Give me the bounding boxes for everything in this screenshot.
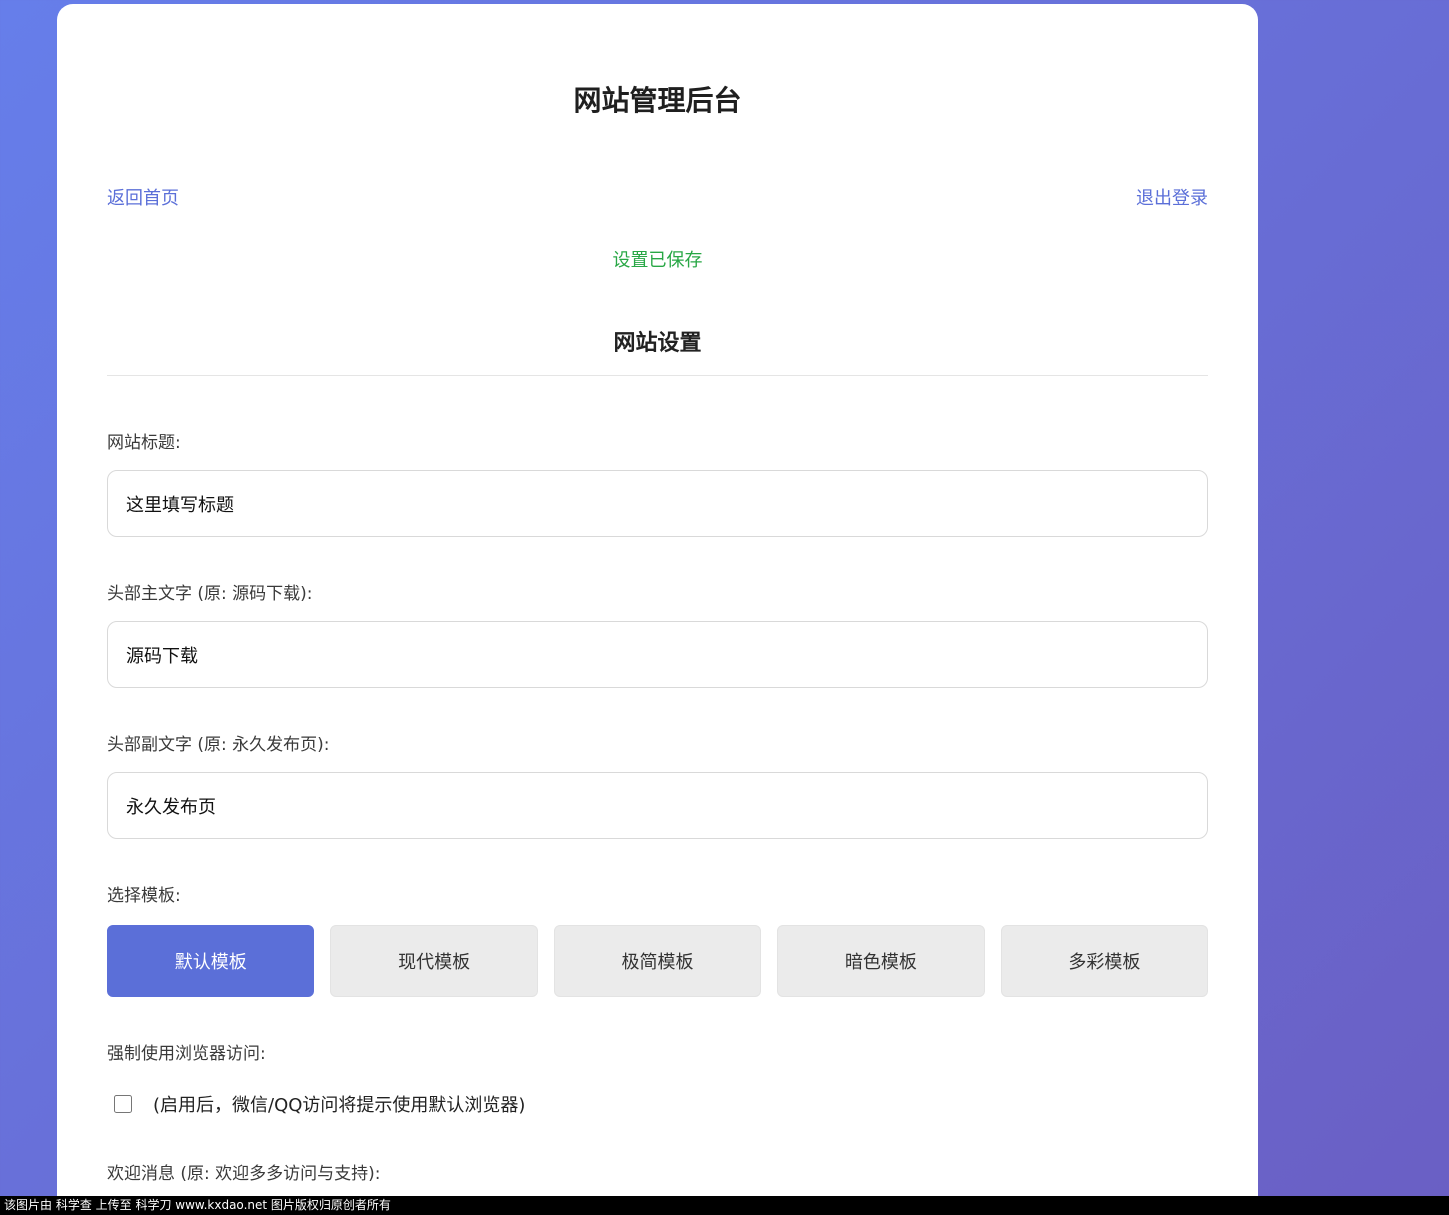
section-title: 网站设置 [107, 330, 1208, 376]
force-browser-group: 强制使用浏览器访问: (启用后，微信/QQ访问将提示使用默认浏览器) [107, 1042, 1208, 1117]
site-title-group: 网站标题: [107, 431, 1208, 537]
template-button-minimal[interactable]: 极简模板 [554, 925, 761, 997]
template-button-default[interactable]: 默认模板 [107, 925, 314, 997]
template-label: 选择模板: [107, 884, 1208, 908]
header-main-input[interactable] [107, 621, 1208, 688]
template-group: 选择模板: 默认模板 现代模板 极简模板 暗色模板 多彩模板 [107, 884, 1208, 997]
force-browser-label: 强制使用浏览器访问: [107, 1042, 1208, 1066]
template-button-colorful[interactable]: 多彩模板 [1001, 925, 1208, 997]
header-sub-group: 头部副文字 (原: 永久发布页): [107, 733, 1208, 839]
back-home-link[interactable]: 返回首页 [107, 184, 179, 210]
template-button-modern[interactable]: 现代模板 [330, 925, 537, 997]
force-browser-checkbox[interactable] [114, 1095, 132, 1113]
nav-links-row: 返回首页 退出登录 [107, 184, 1208, 210]
status-message: 设置已保存 [107, 246, 1208, 272]
header-main-label: 头部主文字 (原: 源码下载): [107, 582, 1208, 606]
header-sub-label: 头部副文字 (原: 永久发布页): [107, 733, 1208, 757]
watermark-bar: 该图片由 科学查 上传至 科学刀 www.kxdao.net 图片版权归原创者所… [0, 1196, 1449, 1215]
force-browser-hint: (启用后，微信/QQ访问将提示使用默认浏览器) [153, 1091, 525, 1117]
site-title-label: 网站标题: [107, 431, 1208, 455]
template-button-row: 默认模板 现代模板 极简模板 暗色模板 多彩模板 [107, 925, 1208, 997]
welcome-label: 欢迎消息 (原: 欢迎多多访问与支持): [107, 1162, 1208, 1186]
template-button-dark[interactable]: 暗色模板 [777, 925, 984, 997]
header-sub-input[interactable] [107, 772, 1208, 839]
admin-panel-card: 网站管理后台 返回首页 退出登录 设置已保存 网站设置 网站标题: 头部主文字 … [57, 4, 1258, 1215]
force-browser-row: (启用后，微信/QQ访问将提示使用默认浏览器) [107, 1091, 1208, 1117]
site-title-input[interactable] [107, 470, 1208, 537]
logout-link[interactable]: 退出登录 [1136, 184, 1208, 210]
welcome-group: 欢迎消息 (原: 欢迎多多访问与支持): [107, 1162, 1208, 1186]
header-main-group: 头部主文字 (原: 源码下载): [107, 582, 1208, 688]
page-title: 网站管理后台 [107, 84, 1208, 118]
